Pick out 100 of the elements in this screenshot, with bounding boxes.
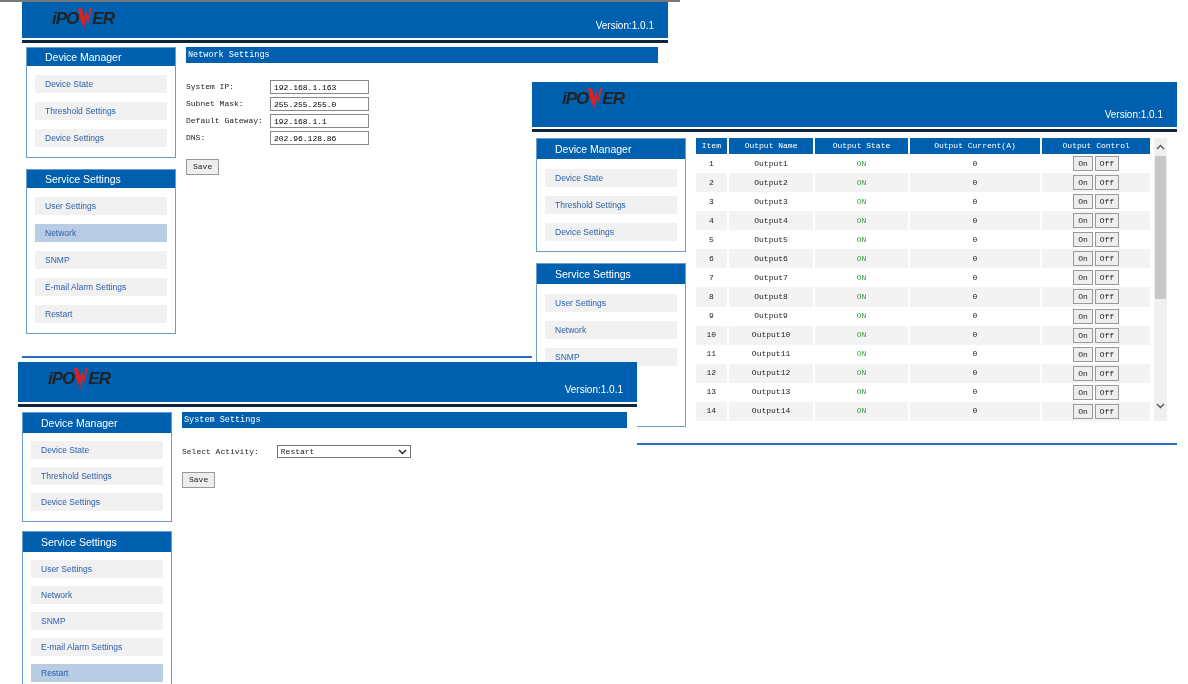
- off-button[interactable]: Off: [1094, 289, 1120, 305]
- sidebar-item[interactable]: Device Settings: [31, 493, 163, 511]
- column-header: Output State: [815, 138, 908, 154]
- section-title: Service Settings: [537, 264, 685, 284]
- sidebar-item[interactable]: Threshold Settings: [35, 102, 167, 120]
- sidebar-item[interactable]: Device Settings: [35, 129, 167, 147]
- logo-text: ER: [602, 89, 624, 109]
- table-cell: ON: [815, 287, 908, 307]
- sidebar-item[interactable]: Restart: [35, 305, 167, 323]
- table-cell-text: ON: [855, 157, 868, 170]
- column-header: Output Current(A): [909, 138, 1041, 154]
- version-label: Version:1.0.1: [1104, 108, 1163, 122]
- save-button[interactable]: Save: [186, 159, 220, 175]
- column-header: Output Name: [728, 138, 814, 154]
- off-button[interactable]: Off: [1094, 213, 1120, 229]
- off-button[interactable]: Off: [1094, 403, 1120, 419]
- table-cell-text: Output1: [753, 157, 789, 170]
- on-button[interactable]: On: [1073, 270, 1093, 286]
- column-header: Item: [696, 138, 727, 154]
- off-button[interactable]: Off: [1094, 175, 1120, 191]
- on-button[interactable]: On: [1073, 175, 1093, 191]
- section-title: Network Settings: [186, 47, 658, 63]
- sidebar-item[interactable]: Network: [35, 224, 167, 242]
- table-cell-text: 0: [971, 386, 979, 399]
- on-button[interactable]: On: [1073, 194, 1093, 210]
- off-button[interactable]: Off: [1094, 346, 1120, 362]
- table-cell: 0: [909, 287, 1041, 307]
- on-button[interactable]: On: [1073, 251, 1093, 267]
- section-title: Device Manager: [27, 48, 175, 66]
- logo-text: iPO: [48, 369, 75, 389]
- table-cell-text: 7: [707, 271, 715, 284]
- table-cell: 0: [909, 249, 1041, 269]
- table-cell-text: 0: [971, 310, 979, 323]
- on-button[interactable]: On: [1073, 156, 1093, 172]
- off-button[interactable]: Off: [1094, 270, 1120, 286]
- table-cell: ON: [815, 325, 908, 345]
- input-field[interactable]: 255.255.255.0: [270, 97, 369, 111]
- on-button[interactable]: On: [1073, 289, 1093, 305]
- sidebar-item[interactable]: Device State: [545, 169, 677, 187]
- field-label: System IP:: [186, 81, 235, 93]
- on-button[interactable]: On: [1073, 308, 1093, 324]
- off-button[interactable]: Off: [1094, 327, 1120, 343]
- on-button[interactable]: On: [1073, 232, 1093, 248]
- table-cell-text: ON: [855, 386, 868, 399]
- input-field[interactable]: 202.96.128.86: [270, 131, 369, 145]
- on-button[interactable]: On: [1073, 403, 1093, 419]
- on-button[interactable]: On: [1073, 365, 1093, 381]
- table-cell: 10: [696, 325, 727, 345]
- select-field[interactable]: Restart: [276, 445, 411, 458]
- sidebar-item[interactable]: Device Settings: [545, 223, 677, 241]
- sidebar-item[interactable]: User Settings: [31, 560, 163, 578]
- scrollbar[interactable]: [1154, 138, 1167, 421]
- table-cell: 4: [696, 211, 727, 231]
- column-header: Output Control: [1042, 138, 1150, 154]
- table-cell: Output4: [728, 211, 814, 231]
- on-button[interactable]: On: [1073, 327, 1093, 343]
- table-cell-text: ON: [855, 271, 868, 284]
- sidebar-item[interactable]: Restart: [31, 664, 163, 682]
- off-button[interactable]: Off: [1094, 365, 1120, 381]
- sidebar-item[interactable]: Device State: [35, 75, 167, 93]
- sidebar-item[interactable]: User Settings: [35, 197, 167, 215]
- table-cell-text: Output7: [753, 271, 789, 284]
- sidebar-item[interactable]: Device State: [31, 441, 163, 459]
- table-cell-text: 0: [971, 233, 979, 246]
- table-cell-text: ON: [855, 195, 868, 208]
- table-cell-text: 0: [971, 195, 979, 208]
- table-cell-text: ON: [855, 348, 868, 361]
- off-button[interactable]: Off: [1094, 232, 1120, 248]
- sidebar-item[interactable]: Threshold Settings: [545, 196, 677, 214]
- input-field[interactable]: 192.168.1.1: [270, 114, 369, 128]
- sidebar-item[interactable]: E-mail Alarm Settings: [35, 278, 167, 296]
- off-button[interactable]: Off: [1094, 251, 1120, 267]
- table-cell: 0: [909, 173, 1041, 193]
- table-cell: Output14: [728, 401, 814, 421]
- sidebar-item[interactable]: Network: [545, 321, 677, 339]
- table-cell: 6: [696, 249, 727, 269]
- dropdown-caret-icon: [397, 448, 407, 455]
- sidebar-item[interactable]: Network: [31, 586, 163, 604]
- on-button[interactable]: On: [1073, 213, 1093, 229]
- sidebar-item[interactable]: SNMP: [31, 612, 163, 630]
- off-button[interactable]: Off: [1094, 384, 1120, 400]
- sidebar-item[interactable]: Threshold Settings: [31, 467, 163, 485]
- table-cell-text: 0: [971, 348, 979, 361]
- sidebar-item[interactable]: SNMP: [35, 251, 167, 269]
- input-field[interactable]: 192.168.1.163: [270, 80, 369, 94]
- table-cell-text: Output5: [753, 233, 789, 246]
- logo-text: iPO: [562, 89, 589, 109]
- table-cell-text: 0: [971, 271, 979, 284]
- save-button[interactable]: Save: [182, 472, 216, 488]
- sidebar-item[interactable]: User Settings: [545, 294, 677, 312]
- off-button[interactable]: Off: [1094, 308, 1120, 324]
- scroll-down-icon: [1156, 403, 1165, 409]
- on-button[interactable]: On: [1073, 346, 1093, 362]
- logo-text: ER: [88, 369, 110, 389]
- table-cell-text: Output3: [753, 195, 789, 208]
- sidebar-item[interactable]: E-mail Alarm Settings: [31, 638, 163, 656]
- off-button[interactable]: Off: [1094, 194, 1120, 210]
- table-cell: 2: [696, 173, 727, 193]
- on-button[interactable]: On: [1073, 384, 1093, 400]
- off-button[interactable]: Off: [1094, 156, 1120, 172]
